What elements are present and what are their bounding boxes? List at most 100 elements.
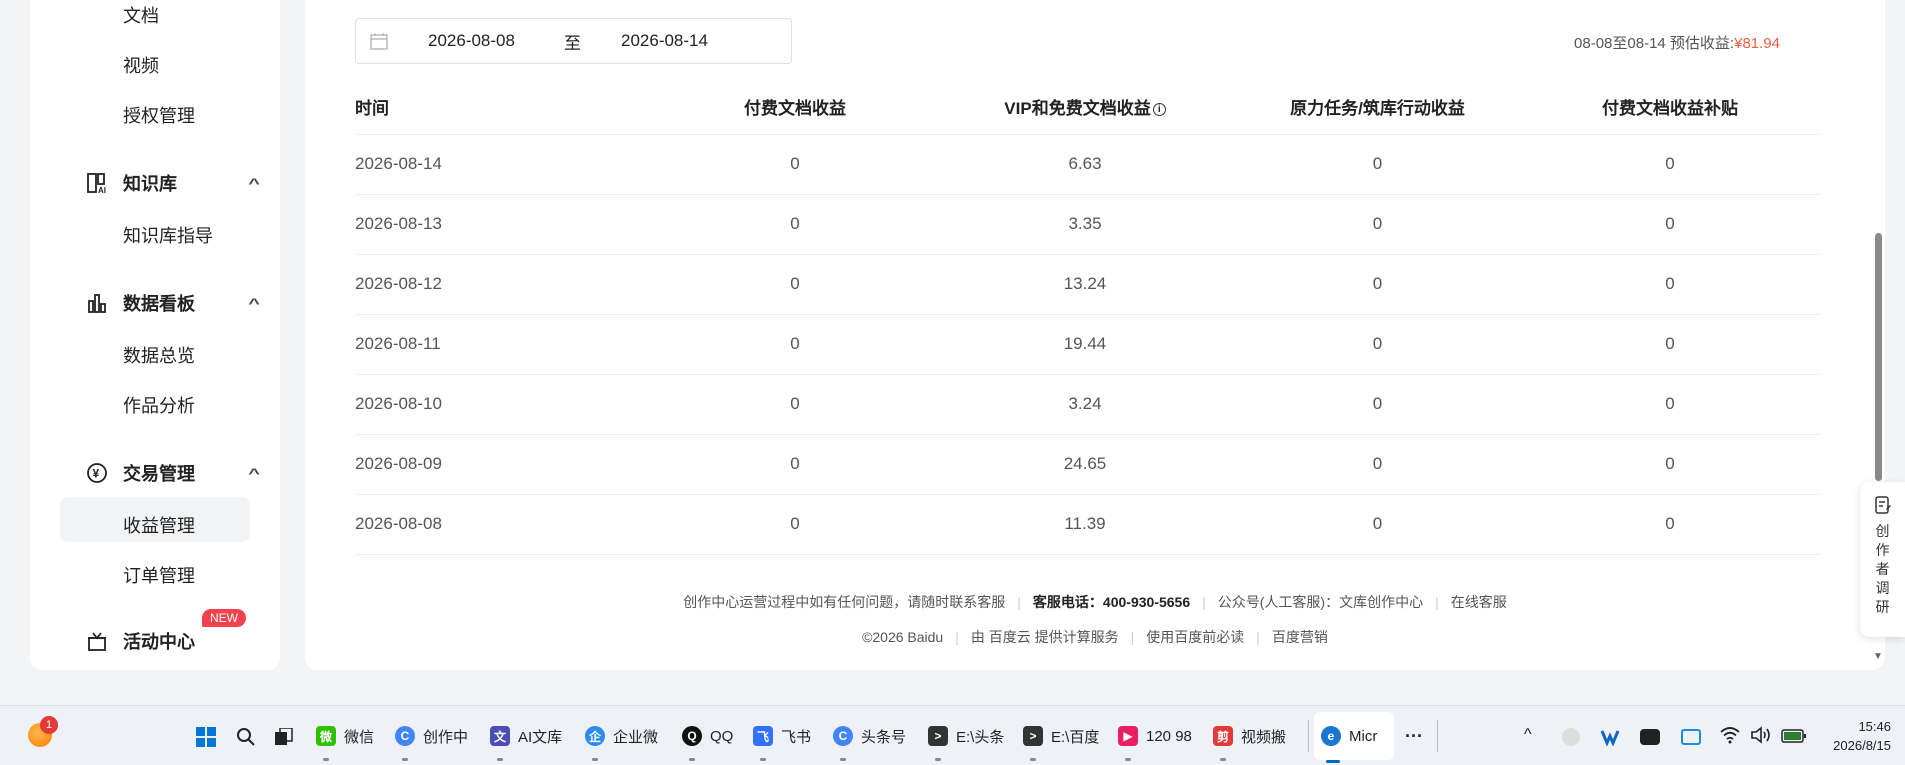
taskbar-app-edge[interactable]: e Micr [1321,706,1377,765]
cell-vip-free: 11.39 [935,494,1235,555]
volume-icon[interactable] [1750,726,1772,749]
sidebar-item-knowledge-guide[interactable]: 知识库指导 [123,222,213,248]
sidebar-item-data-overview[interactable]: 数据总览 [123,342,195,368]
running-indicator [592,758,598,761]
new-badge: NEW [202,609,246,627]
footer-must-read-link[interactable]: 使用百度前必读 [1146,629,1244,645]
sidebar: 文档 视频 授权管理 AI 知识库 ^ 知识库指导 数据看板 ^ 数据总览 作品… [30,0,280,670]
sidebar-item-video[interactable]: 视频 [123,52,159,78]
info-icon[interactable]: i [1152,103,1166,117]
taskbar-app-label: 微信 [344,728,375,746]
taskbar-app-label: 头条号 [861,728,907,746]
survey-document-icon [1874,496,1891,514]
page-scrollbar-thumb[interactable] [1875,233,1882,481]
taskbar-app-label: 企业微 [613,728,659,746]
tray-app-icon[interactable] [1681,729,1701,745]
wifi-icon[interactable] [1720,726,1740,749]
battery-icon[interactable] [1781,728,1807,749]
taskbar-app-label: E:\头条 [956,728,1005,746]
cell-task: 0 [1235,194,1520,255]
windows-start-icon[interactable] [196,727,216,747]
taskbar-app-label: 120 98 [1146,727,1192,745]
footer-wechat: 公众号(人工客服)：文库创作中心 [1217,594,1424,610]
date-range-picker[interactable]: 2026-08-08 至 2026-08-14 [355,18,792,64]
chrome-icon: C [833,726,853,746]
footer-cloud-link[interactable]: 由 百度云 提供计算服务 [971,629,1119,645]
running-indicator [840,758,846,761]
cell-subsidy: 0 [1520,134,1820,195]
running-indicator [1030,758,1036,761]
taskbar-app-label: AI文库 [518,728,563,746]
task-view-icon[interactable] [275,727,293,751]
terminal-icon: > [928,726,948,746]
svg-text:¥: ¥ [93,467,100,481]
search-icon[interactable] [236,727,256,752]
notification-badge: 1 [40,716,58,734]
sidebar-group-trade[interactable]: ¥ 交易管理 ^ [85,460,260,486]
taskbar-app-label: E:\百度 [1051,728,1100,746]
revenue-panel: 2026-08-08 至 2026-08-14 08-08至08-14 预估收益… [305,0,1885,670]
windows-taskbar: 1 微微信 C 创作中 文 AI文库 企企业微 Q QQ 飞飞书 C 头条号 > E:\头… [0,705,1905,765]
cell-vip-free: 3.24 [935,374,1235,435]
cell-date: 2026-08-13 [355,194,655,255]
taskbar-app-wechat[interactable]: 微微信 [316,706,374,765]
start-date-input[interactable]: 2026-08-08 [428,31,515,51]
footer-marketing-link[interactable]: 百度营销 [1272,629,1328,645]
clock-date: 2026/8/15 [1833,738,1891,753]
creator-survey-widget[interactable]: 创作者调研 [1860,482,1905,637]
cell-subsidy: 0 [1520,374,1820,435]
sidebar-group-activity[interactable]: 活动中心 [85,628,195,654]
cell-subsidy: 0 [1520,254,1820,315]
end-date-input[interactable]: 2026-08-14 [621,31,708,51]
footer-divider: | [955,629,959,645]
estimate-value: ¥81.94 [1734,35,1780,52]
table-row: 2026-08-13 0 3.35 0 0 [355,194,1820,255]
sidebar-item-order-management[interactable]: 订单管理 [123,562,195,588]
revenue-table: 时间 付费文档收益 VIP和免费文档收益 i 原力任务/筑库行动收益 付费文档收益… [355,80,1820,555]
sidebar-item-authorization[interactable]: 授权管理 [123,102,195,128]
video-editor-icon: 剪 [1213,726,1233,746]
running-indicator [760,758,766,761]
sidebar-group-knowledge[interactable]: AI 知识库 ^ [85,170,260,196]
taskbar-app-terminal-baidu[interactable]: > E:\百度 [1023,706,1099,765]
chevron-up-icon[interactable]: ^ [248,295,259,311]
footer-phone: 客服电话：400-930-5656 [1032,594,1191,610]
scroll-down-arrow-icon[interactable]: ▼ [1873,651,1883,662]
cell-task: 0 [1235,134,1520,195]
taskbar-app-ai-wenku[interactable]: 文 AI文库 [490,706,562,765]
taskbar-app-chrome-creation[interactable]: C 创作中 [395,706,468,765]
sidebar-item-revenue-management[interactable]: 收益管理 [123,512,195,538]
tray-app-icon[interactable] [1562,728,1580,746]
wenku-icon: 文 [490,726,510,746]
gift-icon [85,629,109,653]
cell-vip-free: 13.24 [935,254,1235,315]
column-header-subsidy: 付费文档收益补贴 [1520,80,1820,135]
cell-paid-doc: 0 [655,434,935,495]
table-header-row: 时间 付费文档收益 VIP和免费文档收益 i 原力任务/筑库行动收益 付费文档收益… [355,80,1820,135]
footer-online-service-link[interactable]: 在线客服 [1451,594,1507,610]
sidebar-item-work-analysis[interactable]: 作品分析 [123,392,195,418]
chevron-up-icon[interactable]: ^ [248,465,259,481]
chevron-up-icon[interactable]: ^ [1524,726,1532,744]
taskbar-app-label: 创作中 [423,728,469,746]
chevron-up-icon[interactable]: ^ [248,175,259,191]
taskbar-app-chrome-toutiao[interactable]: C 头条号 [833,706,906,765]
running-indicator [935,758,941,761]
footer-divider: | [1256,629,1260,645]
taskbar-app-video-editor[interactable]: 剪视频搬 [1213,706,1286,765]
tray-app-icon[interactable] [1600,728,1620,747]
taskbar-more-button[interactable]: ··· [1405,706,1423,765]
taskbar-app-video-player[interactable]: ▶ 120 98 [1118,706,1192,765]
footer-copyright: ©2026 Baidu [862,629,944,645]
taskbar-app-feishu[interactable]: 飞飞书 [753,706,811,765]
running-indicator [1220,758,1226,761]
system-clock[interactable]: 15:46 2026/8/15 [1833,717,1891,755]
taskbar-app-qq[interactable]: Q QQ [682,706,733,765]
taskbar-app-wecom[interactable]: 企企业微 [585,706,658,765]
sidebar-item-docs[interactable]: 文档 [123,2,159,28]
sidebar-group-data-board[interactable]: 数据看板 ^ [85,290,260,316]
toggle-tray-icon[interactable] [1640,729,1660,745]
taskbar-app-terminal-toutiao[interactable]: > E:\头条 [928,706,1004,765]
cell-vip-free: 19.44 [935,314,1235,375]
cell-task: 0 [1235,494,1520,555]
